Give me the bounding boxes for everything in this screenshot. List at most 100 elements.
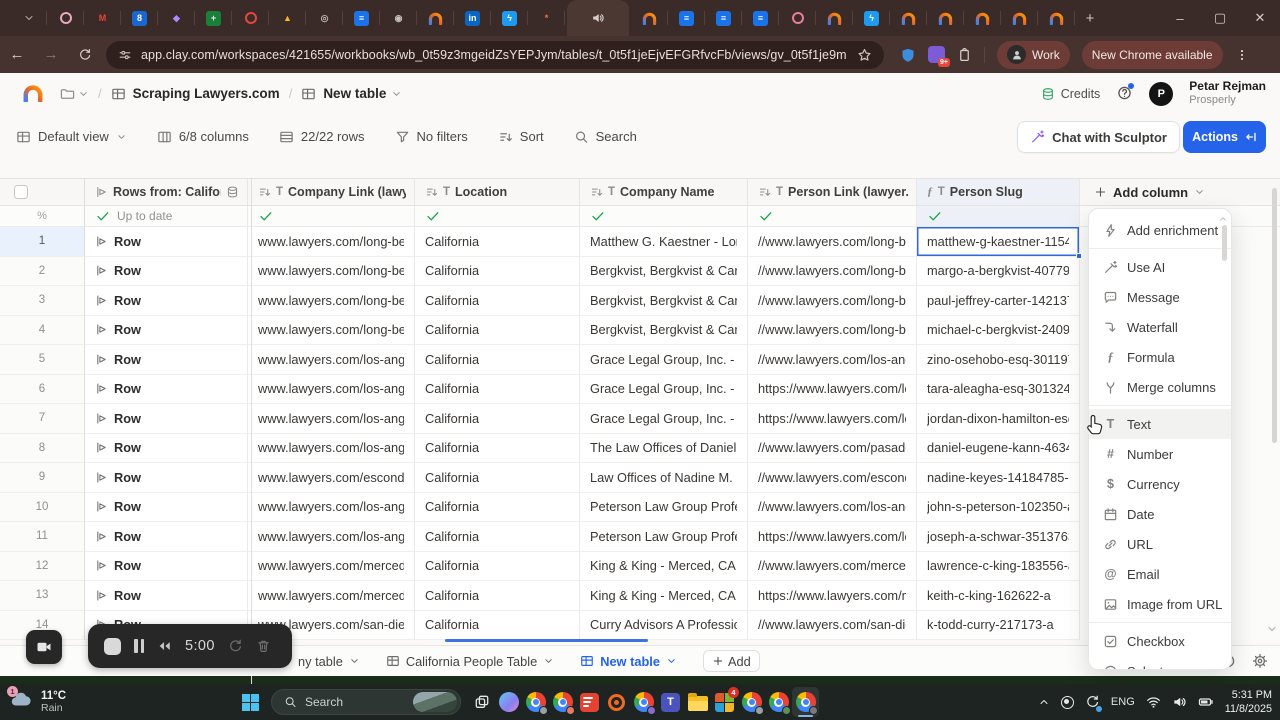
cell-company-link[interactable]: www.lawyers.com/merced/c...: [248, 581, 415, 611]
cell-company-name[interactable]: Law Offices of Nadine M. Sa...: [580, 463, 748, 493]
menu-item-select[interactable]: Select: [1089, 656, 1231, 670]
cell-person-slug[interactable]: zino-osehobo-esq-3011975...: [917, 345, 1080, 375]
gear-icon[interactable]: [1252, 653, 1268, 669]
starburst-tab-icon[interactable]: *: [528, 0, 565, 36]
copilot-icon[interactable]: [495, 687, 522, 717]
row-number[interactable]: 1: [0, 227, 85, 257]
clay-tab-icon[interactable]: [964, 0, 1001, 36]
flash-tab-icon[interactable]: ϟ: [491, 0, 528, 36]
avatar[interactable]: P: [1149, 82, 1173, 106]
row-number[interactable]: 9: [0, 463, 85, 493]
menu-item-message[interactable]: Message: [1089, 282, 1231, 312]
taskbar-weather-widget[interactable]: 1 11°C Rain: [10, 690, 66, 715]
credits-button[interactable]: Credits: [1041, 86, 1101, 102]
row-cell[interactable]: Row: [85, 316, 248, 346]
stop-recording-button[interactable]: [104, 638, 121, 655]
delete-recording-icon[interactable]: [256, 638, 271, 654]
cell-company-name[interactable]: The Law Offices of Daniel E....: [580, 434, 748, 464]
volume-icon[interactable]: [1172, 694, 1187, 710]
cell-location[interactable]: California: [415, 286, 580, 316]
column-header-location[interactable]: T Location: [415, 179, 580, 205]
row-cell[interactable]: Row: [85, 345, 248, 375]
cell-person-slug[interactable]: joseph-a-schwar-3513763-a: [917, 522, 1080, 552]
browser-menu-icon[interactable]: [1235, 47, 1249, 63]
cell-company-name[interactable]: Matthew G. Kaestner - Long...: [580, 227, 748, 257]
tab-new-table[interactable]: New table: [580, 653, 677, 669]
cell-person-link[interactable]: //www.lawyers.com/los-ang...: [748, 493, 917, 523]
clay-tab-icon[interactable]: [890, 0, 927, 36]
menu-item-image-from-url[interactable]: Image from URL: [1089, 589, 1231, 619]
gmail-tab-icon[interactable]: M: [84, 0, 121, 36]
menu-item-text[interactable]: TText: [1089, 409, 1231, 439]
column-header-company-link[interactable]: T Company Link (lawye: [248, 179, 415, 205]
menu-item-waterfall[interactable]: Waterfall: [1089, 312, 1231, 342]
extension-icon[interactable]: 9+: [928, 46, 945, 63]
cell-person-link[interactable]: //www.lawyers.com/long-b...: [748, 286, 917, 316]
cell-person-slug[interactable]: k-todd-curry-217173-a: [917, 611, 1080, 641]
row-cell[interactable]: Row: [85, 552, 248, 582]
cell-company-name[interactable]: Curry Advisors A Profession...: [580, 611, 748, 641]
active-tab[interactable]: [567, 0, 629, 36]
sync-tray-icon[interactable]: [1085, 693, 1100, 711]
cell-person-slug[interactable]: paul-jeffrey-carter-142137-a: [917, 286, 1080, 316]
row-cell[interactable]: Row: [85, 257, 248, 287]
tab-search-chevron-icon[interactable]: [10, 0, 47, 36]
teams-icon[interactable]: T: [657, 687, 684, 717]
wifi-icon[interactable]: [1146, 694, 1161, 710]
url-text[interactable]: app.clay.com/workspaces/421655/workbooks…: [141, 48, 847, 62]
chrome-icon[interactable]: [630, 687, 657, 717]
sort-button[interactable]: Sort: [498, 129, 544, 145]
address-bar[interactable]: app.clay.com/workspaces/421655/workbooks…: [106, 41, 884, 69]
menu-item-checkbox[interactable]: Checkbox: [1089, 626, 1231, 656]
cell-person-link[interactable]: //www.lawyers.com/merced...: [748, 552, 917, 582]
tab-california-people-table[interactable]: California People Table: [386, 653, 554, 669]
record-tab-icon[interactable]: [47, 0, 84, 36]
row-number[interactable]: 7: [0, 404, 85, 434]
cell-person-slug[interactable]: keith-c-king-162622-a: [917, 581, 1080, 611]
docs-tab-icon[interactable]: ≡: [343, 0, 380, 36]
pause-recording-button[interactable]: [134, 639, 144, 653]
site-settings-icon[interactable]: [118, 47, 132, 63]
reload-button[interactable]: [68, 46, 102, 63]
cell-person-link[interactable]: //www.lawyers.com/san-die...: [748, 611, 917, 641]
cell-person-link[interactable]: https://www.lawyers.com/m...: [748, 581, 917, 611]
lens-icon[interactable]: [603, 687, 630, 717]
chrome-icon[interactable]: [522, 687, 549, 717]
cell-company-name[interactable]: King & King - Merced, CA L...: [580, 552, 748, 582]
cell-person-link[interactable]: //www.lawyers.com/pasade...: [748, 434, 917, 464]
hidden-icons-chevron[interactable]: [1038, 694, 1050, 710]
column-header-rows-from[interactable]: Rows from: Californi: [85, 179, 248, 205]
new-tab-button[interactable]: +: [1075, 10, 1105, 27]
row-cell[interactable]: Row: [85, 404, 248, 434]
menu-item-email[interactable]: @Email: [1089, 559, 1231, 589]
calendar-tab-icon[interactable]: 8: [121, 0, 158, 36]
cell-company-name[interactable]: Bergkvist, Bergkvist & Carte...: [580, 316, 748, 346]
cell-person-link[interactable]: //www.lawyers.com/long-b...: [748, 227, 917, 257]
task-view-icon[interactable]: [468, 687, 495, 717]
cell-company-name[interactable]: Grace Legal Group, Inc. - Lo...: [580, 375, 748, 405]
cell-company-link[interactable]: www.lawyers.com/long-bea...: [248, 316, 415, 346]
start-button[interactable]: [237, 687, 264, 717]
back-button[interactable]: ←: [0, 46, 34, 63]
filters-button[interactable]: No filters: [395, 129, 468, 145]
cell-person-link[interactable]: https://www.lawyers.com/lo...: [748, 522, 917, 552]
row-number[interactable]: 6: [0, 375, 85, 405]
cell-company-link[interactable]: www.lawyers.com/long-bea...: [248, 257, 415, 287]
cell-person-link[interactable]: //www.lawyers.com/escondi...: [748, 463, 917, 493]
breadcrumb-table[interactable]: New table: [323, 86, 386, 101]
cell-location[interactable]: California: [415, 522, 580, 552]
restart-recording-icon[interactable]: [228, 638, 243, 654]
profile-button[interactable]: Work: [997, 41, 1070, 69]
cell-company-name[interactable]: Grace Legal Group, Inc. - Lo...: [580, 404, 748, 434]
chat-with-sculptor-button[interactable]: Chat with Sculptor: [1017, 121, 1180, 153]
rewind-icon[interactable]: [157, 638, 172, 654]
linkedin-tab-icon[interactable]: in: [454, 0, 491, 36]
row-number[interactable]: 3: [0, 286, 85, 316]
cell-person-slug[interactable]: nadine-keyes-14184785-a: [917, 463, 1080, 493]
row-cell[interactable]: Row: [85, 493, 248, 523]
menu-item-date[interactable]: Date: [1089, 499, 1231, 529]
row-number[interactable]: 4: [0, 316, 85, 346]
row-number[interactable]: 12: [0, 552, 85, 582]
clipboard-extension-icon[interactable]: [957, 47, 972, 63]
menu-item-use-ai[interactable]: Use AI: [1089, 252, 1231, 282]
